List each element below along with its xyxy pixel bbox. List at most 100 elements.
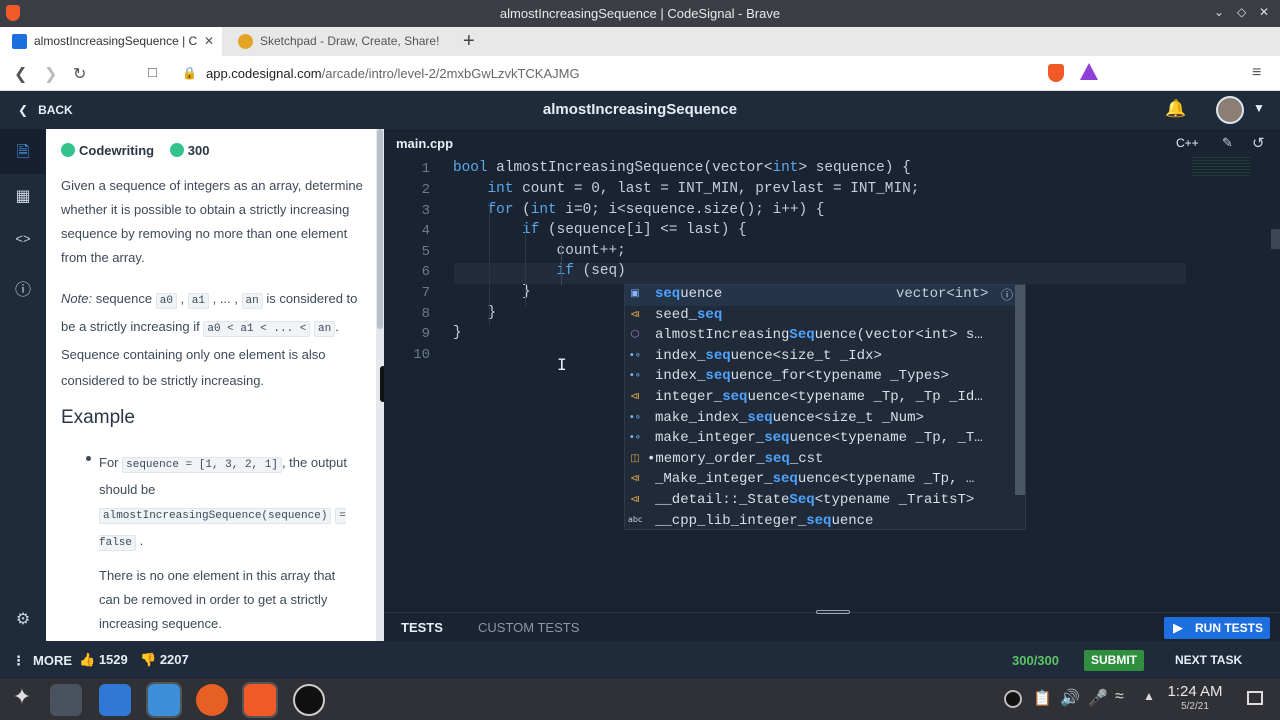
browser-tab-label: Sketchpad - Draw, Create, Share! [260,34,440,48]
obs-icon[interactable] [293,684,325,716]
wifi-icon[interactable]: ≈ [1115,688,1124,706]
chevron-down-icon[interactable]: ▼ [1253,101,1265,115]
new-tab-icon[interactable]: + [463,30,475,53]
indent-guide [489,201,490,326]
enum-icon: ◫ [630,452,640,464]
address-bar[interactable]: 🔒 app.codesignal.com/arcade/intro/level-… [170,61,1040,86]
code-brackets-icon[interactable]: <> [13,231,33,251]
brave-browser-icon[interactable] [242,682,278,718]
ac-match: seq [772,471,798,488]
volume-icon[interactable]: 🔊 [1060,688,1080,708]
code-line[interactable]: int count = 0, last = INT_MIN, prevlast … [453,181,920,197]
tests-bar: TESTS CUSTOM TESTS ▶ RUN TESTS [384,610,1280,641]
autocomplete-item[interactable]: ⧏ integer_sequence<typename _Tp, _Tp _Id… [625,388,1017,409]
points-icon [169,143,184,157]
obs-tray-icon[interactable] [1004,690,1022,708]
forward-nav-icon[interactable]: ❯ [44,64,57,84]
bookmark-icon[interactable]: □ [148,64,157,81]
settings-gear-icon[interactable]: ⚙ [13,609,33,629]
browser-tab-sketchpad[interactable]: Sketchpad - Draw, Create, Share! [226,27,458,56]
maximize-icon[interactable]: ◇ [1237,5,1246,19]
back-nav-icon[interactable]: ❮ [14,64,27,84]
edit-pencil-icon[interactable]: ✎ [1222,135,1233,151]
ac-pre: make_index_ [655,409,748,426]
history-icon[interactable]: ↺ [1252,134,1265,152]
resize-handle[interactable] [816,610,850,614]
clock-date[interactable]: 5/2/21 [1163,701,1227,712]
discover-store-icon[interactable] [99,684,131,716]
line-number: 5 [421,244,430,260]
code-line[interactable]: if (sequence[i] <= last) { [453,222,747,238]
code-line[interactable]: } [453,325,462,341]
app-header: ❮ BACK almostIncreasingSequence 🔔 ▼ [0,91,1280,129]
class-icon: •∘ [628,432,642,444]
notification-bell-icon[interactable]: 🔔 [1165,99,1186,119]
system-settings-icon[interactable] [50,684,82,716]
brave-rewards-icon[interactable] [1080,63,1098,80]
next-task-button[interactable]: NEXT TASK [1175,653,1242,667]
autocomplete-item[interactable]: ⧏ seed_seq [625,306,1017,327]
tab-custom-tests[interactable]: CUSTOM TESTS [478,620,579,635]
autocomplete-item[interactable]: ▣ sequence vector<int> ⓘ [625,285,1017,306]
tab-tests[interactable]: TESTS [401,620,443,635]
clipboard-icon[interactable]: 📋 [1033,689,1052,707]
menu-icon[interactable]: ≡ [1252,64,1261,82]
like-button[interactable]: 👍 1529 [79,652,128,668]
code-line[interactable]: if (seq) [453,263,626,279]
ac-match: seq [697,306,723,323]
code-line[interactable]: count++; [453,243,626,259]
close-tab-icon[interactable]: ✕ [204,27,214,56]
brave-shields-icon[interactable] [1048,64,1064,82]
autocomplete-item[interactable]: abc __cpp_lib_integer_sequence [625,512,1017,533]
code-line[interactable]: for (int i=0; i<sequence.size(); i++) { [453,202,825,218]
tray-expand-icon[interactable]: ▲ [1143,689,1155,703]
autocomplete-item[interactable]: •∘ make_index_sequence<size_t _Num> [625,409,1017,430]
indent-guide [525,222,526,306]
line-number: 2 [421,182,430,198]
ac-match: Seq [789,492,815,508]
microphone-icon[interactable]: 🎤 [1088,688,1108,708]
code-line[interactable]: } [453,284,531,300]
ac-match: seq [764,430,790,447]
info-icon[interactable]: ⓘ [13,276,33,299]
autocomplete-item[interactable]: ⧏ __detail::_StateSeq<typename _TraitsT> [625,491,1017,512]
autocomplete-item[interactable]: ⧏ _Make_integer_sequence<typename _Tp, … [625,470,1017,491]
minimap[interactable] [1192,157,1250,177]
editor-vertical-scrollbar[interactable] [1271,229,1280,249]
show-desktop-icon[interactable] [1247,691,1263,705]
ac-match: seq [747,409,773,426]
autocomplete-item[interactable]: ⬡ almostIncreasingSequence(vector<int> s… [625,326,1017,347]
file-manager-icon[interactable] [146,682,182,718]
code-line[interactable]: bool almostIncreasingSequence(vector<int… [453,160,911,176]
ac-post: uence<size_t _Idx> [730,347,882,364]
browser-tab-codesignal[interactable]: almostIncreasingSequence | C ✕ [0,27,222,56]
autocomplete-item[interactable]: •∘ index_sequence<size_t _Idx> [625,347,1017,368]
info-circle-icon[interactable]: ⓘ [1001,286,1013,303]
dislike-button[interactable]: 👎 2207 [140,652,189,668]
file-tab-main-cpp[interactable]: main.cpp [396,136,453,151]
run-tests-button[interactable]: ▶ RUN TESTS [1164,617,1270,639]
autocomplete-item[interactable]: •∘ make_integer_sequence<typename _Tp, _… [625,429,1017,450]
ac-post: uence [831,512,874,529]
app-launcher-icon[interactable]: ✦ [6,684,38,716]
task-intro: Given a sequence of integers as an array… [61,178,363,265]
autocomplete-item[interactable]: •∘ index_sequence_for<typename _Types> [625,367,1017,388]
autocomplete-item[interactable]: ◫ •memory_order_seq_cst [625,450,1017,471]
ac-match: seq [655,286,681,302]
language-selector[interactable]: C++ [1176,136,1199,150]
submit-button[interactable]: SUBMIT [1084,650,1144,671]
description-doc-icon[interactable]: 🗎 [13,141,33,161]
close-window-icon[interactable]: ✕ [1259,5,1269,19]
ac-pre: index_ [655,368,706,385]
more-button[interactable]: ⋮ MORE [12,653,72,669]
autocomplete-popup[interactable]: ▣ sequence vector<int> ⓘ ⧏ seed_seq ⬡ al… [624,284,1026,530]
reload-icon[interactable]: ↻ [73,64,86,84]
firefox-icon[interactable] [196,684,228,716]
scrollbar-thumb[interactable] [377,129,383,329]
autocomplete-scrollbar[interactable] [1015,285,1025,495]
avatar[interactable] [1216,96,1244,124]
discussion-icon[interactable]: ▦ [13,186,33,206]
minimize-icon[interactable]: ⌄ [1214,5,1224,19]
clock-time[interactable]: 1:24 AM [1163,683,1227,700]
keyword-icon: ⧏ [630,391,640,402]
